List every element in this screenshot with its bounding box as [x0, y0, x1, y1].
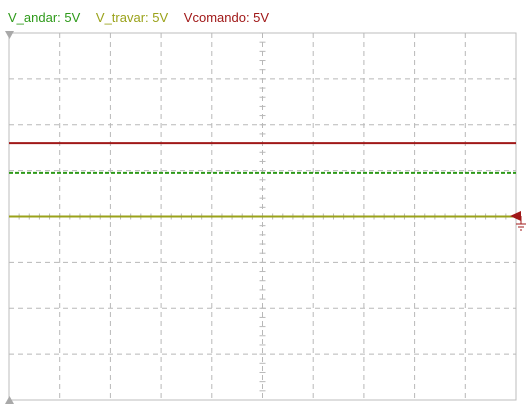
oscilloscope-screen: [5, 31, 526, 404]
